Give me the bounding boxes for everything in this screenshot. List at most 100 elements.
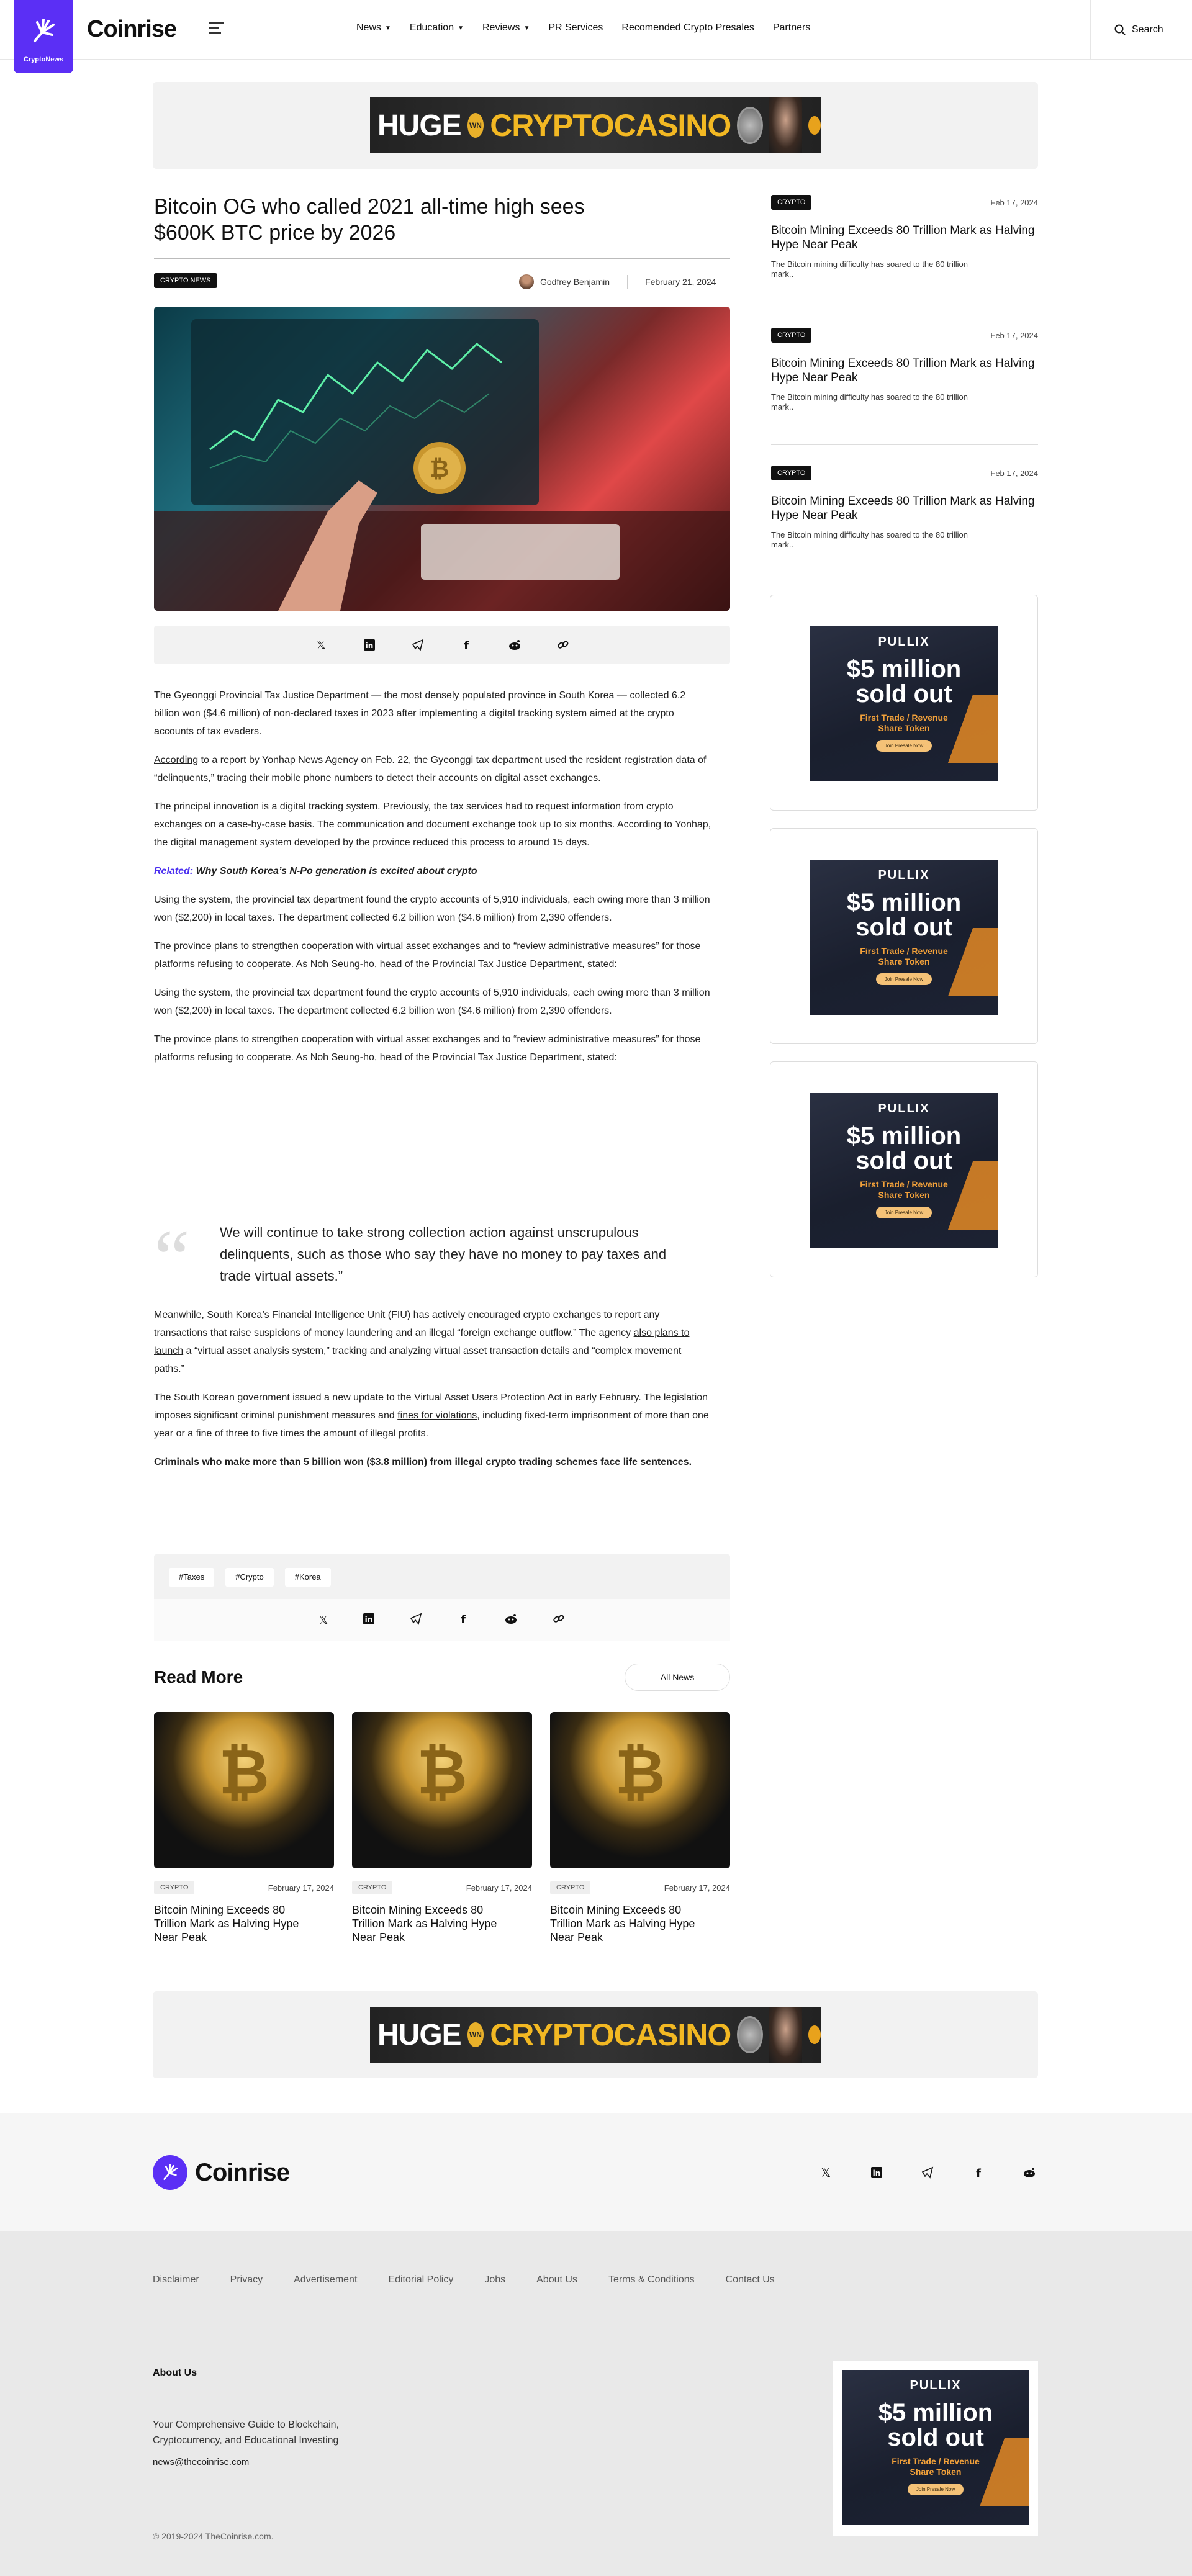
- read-more-heading: Read More: [154, 1667, 243, 1687]
- sidebar-title[interactable]: Bitcoin Mining Exceeds 80 Trillion Mark …: [771, 356, 1038, 385]
- footer-link-editorial-policy[interactable]: Editorial Policy: [388, 2274, 453, 2286]
- sidebar-ad[interactable]: PULLIX $5 million sold out First Trade /…: [770, 1061, 1038, 1277]
- footer-link-privacy[interactable]: Privacy: [230, 2274, 263, 2286]
- facebook-icon[interactable]: f: [459, 638, 473, 652]
- nav-item-reviews[interactable]: Reviews ▼: [482, 22, 530, 34]
- card-meta: CRYPTO February 17, 2024: [550, 1881, 730, 1894]
- footer-link-advertisement[interactable]: Advertisement: [294, 2274, 357, 2286]
- pullix-ad[interactable]: PULLIX $5 million sold out First Trade /…: [810, 860, 998, 1015]
- quote-text: We will continue to take strong collecti…: [220, 1225, 667, 1284]
- footer-link-terms[interactable]: Terms & Conditions: [608, 2274, 695, 2286]
- casino-banner[interactable]: HUGE WN CRYPTOCASINO: [370, 2007, 821, 2063]
- sidebar-meta: CRYPTO Feb 17, 2024: [771, 466, 1038, 480]
- nav-item-news[interactable]: News ▼: [356, 22, 391, 34]
- sidebar-title[interactable]: Bitcoin Mining Exceeds 80 Trillion Mark …: [771, 223, 1038, 252]
- card-image: ₿: [154, 1712, 334, 1868]
- reddit-icon[interactable]: [504, 1613, 518, 1628]
- read-more-card[interactable]: ₿ CRYPTO February 17, 2024 Bitcoin Minin…: [550, 1712, 730, 1944]
- sidebar-tag[interactable]: CRYPTO: [771, 466, 812, 480]
- brand-logo[interactable]: Coinrise: [87, 16, 177, 43]
- tag-pill[interactable]: #Crypto: [225, 1568, 274, 1587]
- cryptonews-badge-logo[interactable]: CryptoNews: [14, 0, 73, 73]
- casino-banner[interactable]: HUGE WN CRYPTOCASINO: [370, 97, 821, 153]
- search-icon: [1114, 24, 1126, 35]
- nav-item-partners[interactable]: Partners: [773, 22, 810, 34]
- reddit-icon[interactable]: [508, 638, 522, 652]
- linkedin-icon[interactable]: in: [363, 1613, 375, 1628]
- sidebar-article[interactable]: CRYPTO Feb 17, 2024 Bitcoin Mining Excee…: [771, 195, 1038, 279]
- related-link[interactable]: Related: Why South Korea’s N-Po generati…: [154, 862, 713, 880]
- card-tag[interactable]: CRYPTO: [154, 1881, 195, 1894]
- sidebar-tag[interactable]: CRYPTO: [771, 328, 812, 343]
- article-body-2: Meanwhile, South Korea’s Financial Intel…: [154, 1306, 713, 1482]
- banner-huge-text: HUGE: [377, 2018, 462, 2051]
- ad-cta-button[interactable]: Join Presale Now: [907, 2484, 964, 2495]
- read-more-card[interactable]: ₿ CRYPTO February 17, 2024 Bitcoin Minin…: [154, 1712, 334, 1944]
- footer-links: Disclaimer Privacy Advertisement Editori…: [153, 2274, 775, 2286]
- sidebar-ad[interactable]: PULLIX $5 million sold out First Trade /…: [770, 828, 1038, 1044]
- footer-link-jobs[interactable]: Jobs: [484, 2274, 505, 2286]
- top-banner-ad[interactable]: HUGE WN CRYPTOCASINO: [153, 82, 1038, 169]
- ad-cta-button[interactable]: Join Presale Now: [875, 1207, 932, 1218]
- card-title[interactable]: Bitcoin Mining Exceeds 80 Trillion Mark …: [352, 1903, 507, 1944]
- footer-link-disclaimer[interactable]: Disclaimer: [153, 2274, 199, 2286]
- sidebar-article[interactable]: CRYPTO Feb 17, 2024 Bitcoin Mining Excee…: [771, 328, 1038, 412]
- footer-ad[interactable]: PULLIX $5 million sold out First Trade /…: [833, 2361, 1038, 2536]
- telegram-icon[interactable]: [920, 2165, 935, 2180]
- inline-link[interactable]: fines for violations: [397, 1410, 477, 1421]
- card-title[interactable]: Bitcoin Mining Exceeds 80 Trillion Mark …: [154, 1903, 309, 1944]
- telegram-icon[interactable]: [410, 1613, 422, 1628]
- footer-logo[interactable]: Coinrise: [153, 2155, 290, 2190]
- inline-link[interactable]: According: [154, 755, 198, 765]
- paragraph: Using the system, the provincial tax dep…: [154, 988, 710, 1016]
- x-icon[interactable]: 𝕏: [818, 2165, 833, 2180]
- sidebar-date: Feb 17, 2024: [990, 468, 1038, 478]
- bottom-banner-ad[interactable]: HUGE WN CRYPTOCASINO: [153, 1991, 1038, 2078]
- sidebar-ad[interactable]: PULLIX $5 million sold out First Trade /…: [770, 595, 1038, 811]
- ad-cta-button[interactable]: Join Presale Now: [875, 973, 932, 985]
- pullix-logo: PULLIX: [910, 2379, 962, 2392]
- sidebar-title[interactable]: Bitcoin Mining Exceeds 80 Trillion Mark …: [771, 494, 1038, 523]
- reddit-icon[interactable]: [1022, 2165, 1037, 2180]
- linkedin-icon[interactable]: in: [869, 2165, 884, 2180]
- x-icon[interactable]: 𝕏: [319, 1614, 328, 1627]
- pullix-ad[interactable]: PULLIX $5 million sold out First Trade /…: [810, 1093, 998, 1248]
- footer-link-contact[interactable]: Contact Us: [726, 2274, 775, 2286]
- author-name[interactable]: Godfrey Benjamin: [540, 277, 610, 287]
- nav-item-education[interactable]: Education ▼: [410, 22, 464, 34]
- ad-headline: $5 million: [846, 655, 962, 683]
- article-meta: Godfrey Benjamin February 21, 2024: [519, 274, 716, 289]
- bitcoin-icon: ₿: [417, 1737, 467, 1807]
- read-more-card[interactable]: ₿ CRYPTO February 17, 2024 Bitcoin Minin…: [352, 1712, 532, 1944]
- nav-item-pr-services[interactable]: PR Services: [548, 22, 603, 34]
- facebook-icon[interactable]: f: [971, 2165, 986, 2180]
- ad-cta-button[interactable]: Join Presale Now: [875, 740, 932, 752]
- category-tag[interactable]: CRYPTO NEWS: [154, 273, 217, 288]
- sidebar-article[interactable]: CRYPTO Feb 17, 2024 Bitcoin Mining Excee…: [771, 466, 1038, 550]
- link-icon[interactable]: [556, 638, 570, 652]
- banner-model-image: [769, 97, 803, 153]
- card-tag[interactable]: CRYPTO: [352, 1881, 393, 1894]
- sidebar-excerpt: The Bitcoin mining difficulty has soared…: [771, 392, 968, 412]
- hamburger-menu-icon[interactable]: [209, 22, 224, 35]
- all-news-button[interactable]: All News: [625, 1664, 730, 1691]
- tag-pill[interactable]: #Korea: [284, 1568, 331, 1587]
- footer-link-about-us[interactable]: About Us: [536, 2274, 577, 2286]
- pullix-ad[interactable]: PULLIX $5 million sold out First Trade /…: [810, 626, 998, 781]
- telegram-icon[interactable]: [411, 638, 425, 652]
- related-label: Related:: [154, 866, 194, 876]
- tag-pill[interactable]: #Taxes: [169, 1568, 215, 1587]
- contact-email-link[interactable]: news@thecoinrise.com: [153, 2457, 249, 2467]
- svg-text:f: f: [976, 2167, 981, 2179]
- link-icon[interactable]: [553, 1613, 565, 1628]
- facebook-icon[interactable]: f: [457, 1613, 469, 1628]
- nav-item-presales[interactable]: Recomended Crypto Presales: [621, 22, 754, 34]
- card-tag[interactable]: CRYPTO: [550, 1881, 591, 1894]
- linkedin-icon[interactable]: in: [363, 638, 376, 652]
- pullix-ad[interactable]: PULLIX $5 million sold out First Trade /…: [842, 2370, 1029, 2525]
- x-icon[interactable]: 𝕏: [314, 638, 328, 652]
- nav-label: Recomended Crypto Presales: [621, 22, 754, 33]
- search-button[interactable]: Search: [1090, 0, 1192, 60]
- card-title[interactable]: Bitcoin Mining Exceeds 80 Trillion Mark …: [550, 1903, 705, 1944]
- sidebar-tag[interactable]: CRYPTO: [771, 195, 812, 210]
